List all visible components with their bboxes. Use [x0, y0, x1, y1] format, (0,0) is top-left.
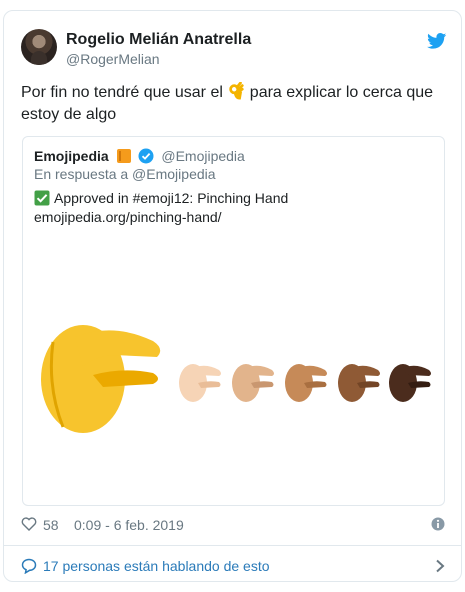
tweet-footer: 58 0:09 - 6 feb. 2019: [21, 515, 447, 535]
pinching-hand-large: [41, 325, 161, 433]
author-handle[interactable]: @RogerMelian: [66, 51, 160, 67]
quoted-line2[interactable]: emojipedia.org/pinching-hand/: [34, 208, 288, 227]
quoted-line1: Approved in #emoji12: Pinching Hand: [54, 190, 289, 206]
ok-hand-emoji: [229, 82, 245, 100]
pinching-hand-dark: [389, 364, 431, 402]
pinching-hand-medium: [285, 364, 327, 402]
pinching-hand-medium-light: [232, 364, 274, 402]
pinching-hand-image: [41, 325, 431, 433]
heart-icon[interactable]: [21, 517, 37, 531]
quoted-author-name[interactable]: Emojipedia: [34, 148, 109, 164]
chevron-right-icon[interactable]: [433, 558, 447, 574]
quoted-body: Approved in #emoji12: Pinching Hand emoj…: [34, 189, 288, 227]
verified-icon: [138, 148, 154, 164]
quoted-author-handle[interactable]: @Emojipedia: [161, 148, 244, 164]
book-icon: [116, 149, 131, 163]
tweet-timestamp[interactable]: 0:09 - 6 feb. 2019: [74, 517, 184, 533]
quoted-header: Emojipedia @Emojipedia: [34, 148, 245, 164]
tweet-header: Rogelio Melián Anatrella @RogerMelian: [21, 29, 447, 69]
quoted-tweet[interactable]: Emojipedia @Emojipedia En respuesta a @E…: [22, 136, 445, 506]
like-count[interactable]: 58: [43, 517, 59, 533]
speech-bubble-icon: [21, 558, 37, 574]
footer-divider: [4, 545, 461, 546]
conversation-label[interactable]: 17 personas están hablando de esto: [43, 558, 270, 574]
check-mark-icon: [34, 190, 50, 206]
pinching-hand-light: [179, 364, 221, 402]
tweet-text-part1: Por fin no tendré que usar el: [21, 84, 228, 101]
quoted-reply-to: En respuesta a @Emojipedia: [34, 166, 216, 182]
author-name[interactable]: Rogelio Melián Anatrella: [66, 31, 251, 49]
pinching-hand-medium-dark: [338, 364, 380, 402]
twitter-bird-icon[interactable]: [427, 33, 447, 49]
author-avatar[interactable]: [21, 29, 57, 65]
conversation-link[interactable]: 17 personas están hablando de esto: [21, 555, 447, 577]
embedded-tweet-card: Rogelio Melián Anatrella @RogerMelian Po…: [3, 10, 462, 582]
info-icon[interactable]: [431, 517, 445, 531]
tweet-text: Por fin no tendré que usar el para expli…: [21, 82, 451, 126]
